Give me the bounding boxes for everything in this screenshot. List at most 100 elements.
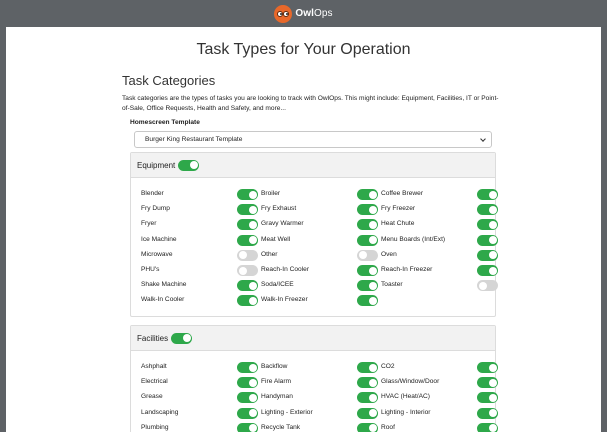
task-type-item: Ashphalt	[141, 361, 261, 374]
task-type-item: Electrical	[141, 376, 261, 389]
task-type-item: Walk-In Cooler	[141, 294, 261, 307]
task-type-label: Shake Machine	[141, 281, 187, 289]
category-header-equipment: Equipment	[131, 153, 495, 178]
task-type-label: Reach-In Cooler	[261, 266, 310, 273]
task-type-label: PHU's	[141, 266, 160, 273]
task-type-toggle[interactable]	[237, 295, 258, 307]
task-type-toggle[interactable]	[357, 407, 378, 419]
task-type-toggle[interactable]	[357, 362, 378, 373]
task-type-item: Fire Alarm	[261, 376, 381, 389]
task-type-toggle[interactable]	[357, 265, 378, 276]
category-toggle-facilities[interactable]	[171, 332, 193, 344]
category-toggle-equipment[interactable]	[178, 159, 200, 171]
template-select[interactable]: Burger King Restaurant Template	[134, 131, 492, 148]
category-card-equipment: Equipment Blender Broiler Coffee Brewer Fry …	[130, 152, 498, 317]
task-type-item: Plumbing	[141, 422, 261, 432]
task-type-toggle[interactable]	[477, 265, 498, 276]
task-type-toggle[interactable]	[237, 280, 258, 292]
task-type-toggle[interactable]	[357, 219, 378, 231]
task-type-label: Electrical	[141, 378, 168, 386]
chevron-down-icon	[480, 136, 486, 142]
task-type-toggle[interactable]	[237, 204, 258, 216]
task-type-item: Glass/Window/Door	[381, 376, 501, 389]
task-type-toggle[interactable]	[357, 377, 378, 389]
task-type-label: Plumbing	[141, 423, 169, 431]
task-type-item: Fry Exhaust	[261, 203, 381, 216]
task-type-label: Fryer	[141, 220, 157, 228]
task-type-item: Blender	[141, 188, 261, 201]
task-type-toggle[interactable]	[477, 219, 498, 231]
task-type-label: Broiler	[261, 190, 281, 197]
template-select-value: Burger King Restaurant Template	[145, 136, 243, 143]
task-type-label: Menu Boards (Int/Ext)	[381, 235, 446, 243]
task-type-toggle[interactable]	[237, 422, 258, 432]
task-type-label: Other	[261, 250, 278, 258]
task-type-label: Backflow	[261, 363, 288, 370]
task-type-label: Toaster	[381, 281, 403, 289]
task-type-toggle[interactable]	[357, 189, 378, 200]
task-type-toggle[interactable]	[477, 422, 498, 432]
task-type-item: Lighting - Interior	[381, 407, 501, 420]
task-type-label: Walk-In Cooler	[141, 296, 185, 304]
task-type-toggle[interactable]	[357, 280, 378, 292]
task-type-label: CO2	[381, 363, 395, 370]
task-type-item: Reach-In Cooler	[261, 264, 381, 277]
task-type-item: Menu Boards (Int/Ext)	[381, 234, 501, 247]
task-type-toggle[interactable]	[477, 189, 498, 200]
task-type-toggle[interactable]	[237, 407, 258, 419]
task-type-toggle[interactable]	[477, 407, 498, 419]
task-type-item: Broiler	[261, 188, 381, 201]
task-type-label: Oven	[381, 250, 397, 258]
task-type-label: Walk-In Freezer	[261, 296, 308, 304]
task-type-item: Fry Dump	[141, 203, 261, 216]
page-title: Task Types for Your Operation	[196, 41, 411, 58]
task-type-toggle[interactable]	[357, 234, 378, 246]
task-type-label: Grease	[141, 393, 163, 401]
task-type-toggle[interactable]	[237, 377, 258, 389]
task-type-toggle[interactable]	[357, 392, 378, 404]
section-title: Task Categories	[122, 73, 216, 88]
task-type-item: CO2	[381, 361, 501, 374]
task-type-toggle[interactable]	[357, 422, 378, 432]
task-type-toggle[interactable]	[477, 392, 498, 404]
task-type-toggle[interactable]	[237, 249, 258, 261]
task-type-item: Gravy Warmer	[261, 218, 381, 231]
task-type-toggle[interactable]	[357, 204, 378, 216]
task-type-item: PHU's	[141, 264, 261, 277]
task-type-toggle[interactable]	[237, 265, 258, 276]
task-type-item: Landscaping	[141, 407, 261, 420]
template-label: Homescreen Template	[130, 119, 200, 126]
task-type-toggle[interactable]	[237, 234, 258, 246]
task-type-item: Oven	[381, 249, 501, 262]
task-type-toggle[interactable]	[477, 362, 498, 373]
task-type-toggle[interactable]	[357, 295, 378, 307]
task-type-item: Roof	[381, 422, 501, 432]
brand-logo[interactable]: OwlOps	[274, 4, 333, 23]
task-type-toggle[interactable]	[237, 189, 258, 200]
task-type-toggle[interactable]	[477, 234, 498, 246]
task-type-label: Heat Chute	[381, 220, 415, 228]
task-type-label: Fry Exhaust	[261, 205, 297, 213]
task-type-toggle[interactable]	[237, 362, 258, 373]
task-type-label: Ashphalt	[141, 363, 167, 370]
task-type-item: Recycle Tank	[261, 422, 381, 432]
task-type-label: Landscaping	[141, 408, 179, 416]
task-type-toggle[interactable]	[477, 280, 498, 292]
task-type-item: Reach-In Freezer	[381, 264, 501, 277]
task-type-label: Coffee Brewer	[381, 190, 424, 197]
task-type-toggle[interactable]	[237, 392, 258, 404]
task-type-item: Grease	[141, 391, 261, 404]
task-type-item: Meat Well	[261, 234, 381, 247]
task-type-label: Handyman	[261, 393, 293, 401]
owl-right-eye-icon	[283, 10, 290, 17]
task-type-item: Ice Machine	[141, 234, 261, 247]
task-type-toggle[interactable]	[237, 219, 258, 231]
task-type-item: Lighting - Exterior	[261, 407, 381, 420]
task-type-toggle[interactable]	[357, 249, 378, 261]
task-type-item: Fryer	[141, 218, 261, 231]
task-type-toggle[interactable]	[477, 204, 498, 216]
task-type-item: Shake Machine	[141, 279, 261, 292]
task-type-toggle[interactable]	[477, 377, 498, 389]
task-type-toggle[interactable]	[477, 249, 498, 261]
task-type-label: Microwave	[141, 250, 173, 258]
